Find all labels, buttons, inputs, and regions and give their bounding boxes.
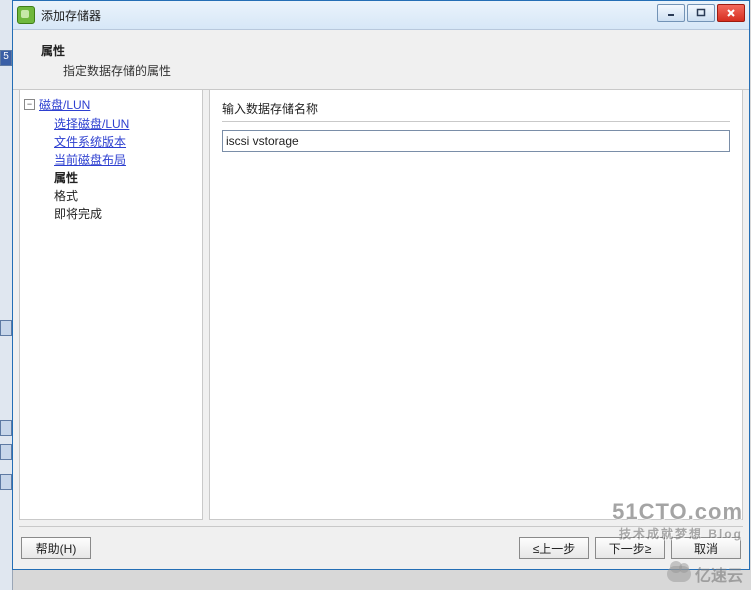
tree-node-root[interactable]: − 磁盘/LUN	[24, 96, 198, 113]
tree-node-ready: 即将完成	[54, 205, 198, 222]
datastore-name-input[interactable]	[222, 130, 730, 152]
title-bar[interactable]: 添加存储器	[13, 1, 749, 30]
wizard-header: 属性 指定数据存储的属性	[13, 30, 749, 90]
wizard-footer: 帮助(H) ≤上一步 下一步≥ 取消	[13, 527, 749, 567]
tree-link-disk-lun[interactable]: 磁盘/LUN	[39, 96, 90, 113]
bg-badge	[0, 444, 12, 460]
wizard-body: − 磁盘/LUN 选择磁盘/LUN 文件系统版本 当前磁盘布局 属性 格式 即将…	[13, 90, 749, 520]
window-title: 添加存储器	[41, 7, 101, 24]
next-button[interactable]: 下一步≥	[595, 537, 665, 559]
bg-badge	[0, 474, 12, 490]
tree-link-fs-version[interactable]: 文件系统版本	[54, 135, 126, 149]
back-button[interactable]: ≤上一步	[519, 537, 589, 559]
help-button[interactable]: 帮助(H)	[21, 537, 91, 559]
tree-link-current-layout[interactable]: 当前磁盘布局	[54, 153, 126, 167]
close-button[interactable]	[717, 4, 745, 22]
wizard-main-pane: 输入数据存储名称	[209, 90, 743, 520]
section-divider	[222, 121, 730, 122]
tree-node-format: 格式	[54, 187, 198, 204]
tree-collapse-icon[interactable]: −	[24, 99, 35, 110]
tree-link-select-disk[interactable]: 选择磁盘/LUN	[54, 117, 129, 131]
tree-node-current: 属性	[54, 169, 198, 186]
vsphere-icon	[17, 6, 35, 24]
wizard-step-title: 属性	[41, 42, 729, 59]
wizard-step-subtitle: 指定数据存储的属性	[63, 62, 729, 79]
cancel-button[interactable]: 取消	[671, 537, 741, 559]
dialog-window: 添加存储器 属性 指定数据存储的属性 − 磁盘/LUN	[12, 0, 750, 570]
minimize-button[interactable]	[657, 4, 685, 22]
bg-badge	[0, 420, 12, 436]
datastore-name-label: 输入数据存储名称	[222, 100, 730, 117]
window-controls	[657, 4, 745, 22]
wizard-nav-tree: − 磁盘/LUN 选择磁盘/LUN 文件系统版本 当前磁盘布局 属性 格式 即将…	[19, 90, 203, 520]
bg-badge-5: 5	[0, 50, 12, 66]
maximize-button[interactable]	[687, 4, 715, 22]
bg-badge	[0, 320, 12, 336]
